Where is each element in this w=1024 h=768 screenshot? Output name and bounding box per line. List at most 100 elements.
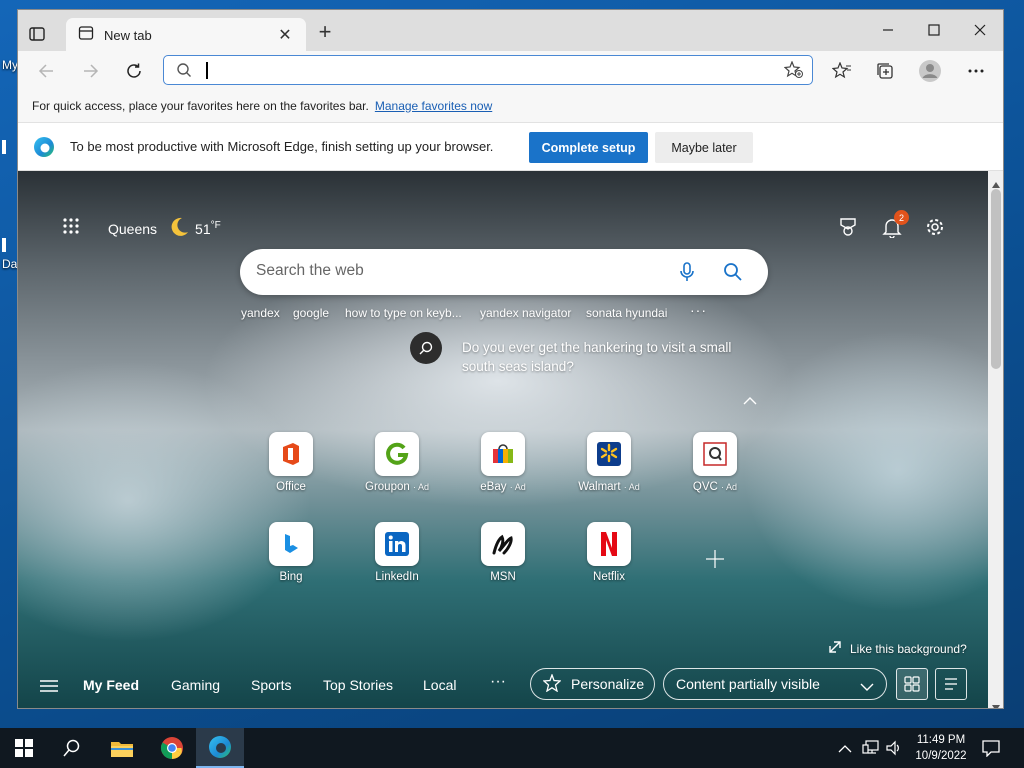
- list-view-button[interactable]: [935, 668, 967, 700]
- rewards-icon[interactable]: [838, 217, 858, 242]
- vertical-scrollbar[interactable]: [988, 171, 1003, 708]
- scroll-down-arrow-icon[interactable]: [992, 698, 1000, 708]
- desktop-icon[interactable]: [2, 238, 6, 252]
- quick-search-link[interactable]: how to type on keyb...: [345, 306, 462, 320]
- walmart-icon: [587, 432, 631, 476]
- tab-close-icon[interactable]: ✕: [276, 25, 294, 45]
- file-explorer-button[interactable]: [98, 728, 146, 768]
- quick-search-link[interactable]: yandex: [241, 306, 280, 320]
- manage-favorites-link[interactable]: Manage favorites now: [375, 99, 492, 113]
- scrollbar-thumb[interactable]: [991, 189, 1001, 369]
- volume-icon[interactable]: [886, 740, 902, 761]
- back-button[interactable]: [34, 59, 58, 83]
- quick-link-tile[interactable]: QVC · Ad: [670, 432, 760, 493]
- search-button[interactable]: [48, 728, 96, 768]
- forward-button[interactable]: [79, 59, 103, 83]
- new-tab-button[interactable]: +: [314, 21, 336, 44]
- tab-new-tab[interactable]: New tab ✕: [66, 18, 306, 52]
- settings-more-icon[interactable]: [964, 59, 988, 83]
- add-favorite-icon[interactable]: [783, 60, 804, 84]
- edge-taskbar-button[interactable]: [196, 728, 244, 768]
- setup-banner-text: To be most productive with Microsoft Edg…: [70, 139, 494, 154]
- content-visibility-dropdown[interactable]: Content partially visible: [663, 668, 887, 700]
- page-settings-gear-icon[interactable]: [925, 217, 945, 242]
- quick-search-link[interactable]: sonata hyundai: [586, 306, 667, 320]
- newtab-page-icon: [78, 25, 94, 46]
- image-info-text[interactable]: Do you ever get the hankering to visit a…: [462, 338, 732, 376]
- chevron-up-tray-icon[interactable]: [838, 741, 852, 759]
- microphone-icon[interactable]: [679, 262, 695, 287]
- toolbar: [18, 51, 1003, 89]
- setup-banner: To be most productive with Microsoft Edg…: [18, 123, 1003, 171]
- image-info-search-icon[interactable]: [410, 332, 442, 364]
- chrome-button[interactable]: [148, 728, 196, 768]
- search-submit-icon[interactable]: [723, 262, 743, 287]
- app-launcher-icon[interactable]: [62, 217, 80, 235]
- more-feed-tabs-icon[interactable]: ···: [490, 673, 506, 691]
- weather-temperature: 51: [195, 220, 211, 237]
- personalize-label: Personalize: [571, 676, 645, 692]
- profile-avatar[interactable]: [918, 59, 942, 83]
- web-search-input[interactable]: [256, 262, 636, 280]
- notifications-bell-icon[interactable]: 2: [881, 210, 909, 243]
- system-clock[interactable]: 11:49 PM 10/9/2022: [910, 732, 972, 764]
- expand-arrow-icon: [828, 640, 842, 657]
- quick-link-tile[interactable]: Netflix: [564, 522, 654, 583]
- address-bar[interactable]: [163, 55, 813, 85]
- quick-link-tile[interactable]: Walmart · Ad: [564, 432, 654, 493]
- personalize-icon: [542, 672, 562, 695]
- hamburger-menu-icon[interactable]: [40, 679, 58, 698]
- minimize-button[interactable]: [866, 16, 910, 44]
- maybe-later-button[interactable]: Maybe later: [655, 132, 753, 163]
- tile-label: MSN: [490, 571, 516, 583]
- title-bar: New tab ✕ +: [18, 10, 1003, 52]
- favorites-bar: For quick access, place your favorites h…: [18, 89, 1003, 123]
- notification-center-icon[interactable]: [982, 739, 1000, 762]
- quick-link-tile[interactable]: MSN: [458, 522, 548, 583]
- refresh-button[interactable]: [122, 59, 146, 83]
- personalize-button[interactable]: Personalize: [530, 668, 655, 700]
- quick-search-link[interactable]: yandex navigator: [480, 306, 571, 320]
- weather-widget[interactable]: Queens 51 °F: [108, 216, 221, 241]
- desktop-icon-label[interactable]: Da: [2, 257, 17, 271]
- groupon-icon: [375, 432, 419, 476]
- like-background-link[interactable]: Like this background?: [828, 640, 967, 657]
- feed-tab-my-feed[interactable]: My Feed: [83, 677, 139, 693]
- feed-tab-top-stories[interactable]: Top Stories: [323, 677, 393, 693]
- favorites-icon[interactable]: [830, 59, 854, 83]
- tile-label: Bing: [279, 571, 303, 583]
- quick-link-tile[interactable]: Office: [246, 432, 336, 493]
- ad-tag: · Ad: [412, 482, 429, 492]
- new-tab-page: Queens 51 °F 2 yandex google: [18, 171, 988, 708]
- tile-label: Office: [276, 481, 306, 493]
- windows-start-button[interactable]: [0, 728, 48, 768]
- ad-tag: · Ad: [509, 482, 526, 492]
- desktop-icon[interactable]: [2, 140, 6, 154]
- tab-actions-icon[interactable]: [27, 24, 47, 44]
- web-search-box[interactable]: [240, 249, 768, 295]
- quick-link-tile[interactable]: eBay · Ad: [458, 432, 548, 493]
- maximize-button[interactable]: [912, 16, 956, 44]
- bing-icon: [269, 522, 313, 566]
- tile-label: Walmart: [578, 481, 621, 493]
- collections-icon[interactable]: [873, 59, 897, 83]
- grid-view-button[interactable]: [896, 668, 928, 700]
- quick-link-tile[interactable]: Groupon · Ad: [352, 432, 442, 493]
- close-window-button[interactable]: [958, 16, 1002, 44]
- collapse-chevron-up-icon[interactable]: [743, 393, 757, 411]
- desktop-icon-label[interactable]: My: [2, 58, 18, 72]
- complete-setup-button[interactable]: Complete setup: [529, 132, 648, 163]
- add-site-icon[interactable]: [704, 548, 726, 575]
- feed-tab-gaming[interactable]: Gaming: [171, 677, 220, 693]
- moon-icon: [168, 216, 190, 241]
- more-quick-searches-icon[interactable]: ···: [690, 302, 707, 318]
- like-background-text: Like this background?: [850, 641, 967, 656]
- quick-link-tile[interactable]: Bing: [246, 522, 336, 583]
- address-input[interactable]: [204, 60, 764, 80]
- quick-link-tile[interactable]: LinkedIn: [352, 522, 442, 583]
- tab-title: New tab: [104, 27, 152, 43]
- network-icon[interactable]: [862, 739, 880, 760]
- feed-tab-local[interactable]: Local: [423, 677, 456, 693]
- quick-search-link[interactable]: google: [293, 306, 329, 320]
- feed-tab-sports[interactable]: Sports: [251, 677, 291, 693]
